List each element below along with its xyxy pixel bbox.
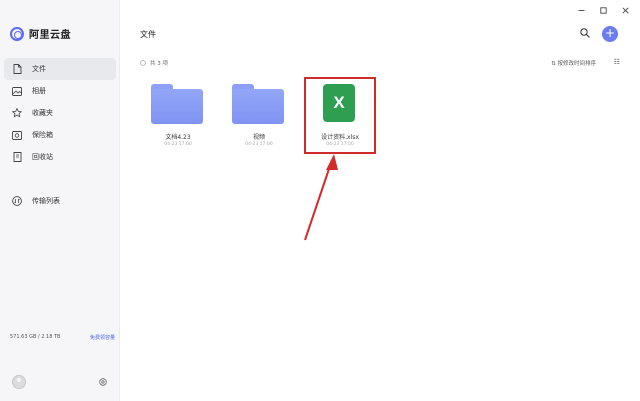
add-button[interactable]: + [602, 26, 618, 42]
folder-icon [232, 84, 284, 124]
avatar[interactable] [12, 375, 26, 389]
upgrade-link[interactable]: 免费领容量 [90, 334, 115, 341]
file-name: 文档4.23 [165, 134, 191, 141]
sidebar-item-label: 传输列表 [32, 197, 60, 205]
maximize-button[interactable] [598, 7, 608, 16]
window-controls [576, 7, 630, 16]
file-icon [12, 64, 22, 74]
transfer-icon [12, 196, 22, 206]
trash-icon [12, 152, 22, 162]
sidebar: 阿里云盘 文件 相册 收藏夹 保险箱 回收站 传输列表 571.63 GB / … [0, 0, 120, 401]
sidebar-item-label: 相册 [32, 87, 46, 95]
page-title: 文件 [140, 30, 156, 39]
brand-name: 阿里云盘 [29, 30, 71, 41]
sort-label: 按修改时间排序 [557, 61, 596, 67]
minimize-icon [578, 10, 584, 11]
sidebar-item-label: 文件 [32, 65, 46, 73]
search-icon [580, 28, 590, 38]
file-tile-folder[interactable]: 视频 04-23 17:00 [224, 78, 294, 158]
gear-icon [99, 378, 107, 386]
storage-info: 571.63 GB / 2.18 TB 免费领容量 [10, 334, 115, 341]
brand: 阿里云盘 [10, 26, 71, 41]
select-all[interactable]: 共 3 项 [140, 59, 168, 67]
plus-icon: + [604, 26, 616, 40]
sidebar-item-safe[interactable]: 保险箱 [4, 124, 116, 146]
search-button[interactable] [580, 28, 590, 41]
sidebar-item-trash[interactable]: 回收站 [4, 146, 116, 168]
photo-icon [12, 86, 22, 96]
select-all-checkbox[interactable] [140, 60, 146, 66]
storage-usage: 571.63 GB / 2.18 TB [10, 334, 61, 340]
cloud-logo-icon [10, 26, 24, 41]
file-date: 04-23 17:00 [164, 142, 192, 147]
sidebar-item-label: 保险箱 [32, 131, 53, 139]
sidebar-item-transfers[interactable]: 传输列表 [4, 190, 116, 212]
nav-divider [4, 168, 116, 190]
list-view-icon: ☷ [613, 58, 620, 66]
sidebar-item-photos[interactable]: 相册 [4, 80, 116, 102]
app-window: 阿里云盘 文件 相册 收藏夹 保险箱 回收站 传输列表 571.63 GB / … [0, 0, 640, 401]
maximize-icon [599, 7, 607, 14]
file-tile-folder[interactable]: 文档4.23 04-23 17:00 [143, 78, 213, 158]
file-toolbar: 共 3 项 ⇅ 按修改时间排序 ☷ [140, 58, 620, 70]
view-toggle-button[interactable]: ☷ [614, 58, 620, 66]
star-icon [12, 108, 22, 118]
safe-icon [12, 130, 22, 140]
sidebar-item-label: 回收站 [32, 153, 53, 161]
sidebar-item-favorites[interactable]: 收藏夹 [4, 102, 116, 124]
sidebar-item-files[interactable]: 文件 [4, 58, 116, 80]
item-count: 共 3 项 [150, 61, 168, 67]
sidebar-item-label: 收藏夹 [32, 109, 53, 117]
sidebar-nav: 文件 相册 收藏夹 保险箱 回收站 传输列表 [4, 58, 116, 212]
highlight-box [304, 77, 376, 154]
close-button[interactable] [620, 7, 630, 16]
main-panel: 文件 + 共 3 项 ⇅ 按修改时间排序 ☷ [120, 0, 640, 401]
close-icon [621, 7, 629, 14]
file-date: 04-23 17:00 [245, 142, 273, 147]
minimize-button[interactable] [576, 7, 586, 16]
sort-button[interactable]: ⇅ 按修改时间排序 [551, 59, 596, 67]
settings-button[interactable] [98, 377, 108, 387]
folder-icon [151, 84, 203, 124]
file-name: 视频 [252, 134, 265, 141]
